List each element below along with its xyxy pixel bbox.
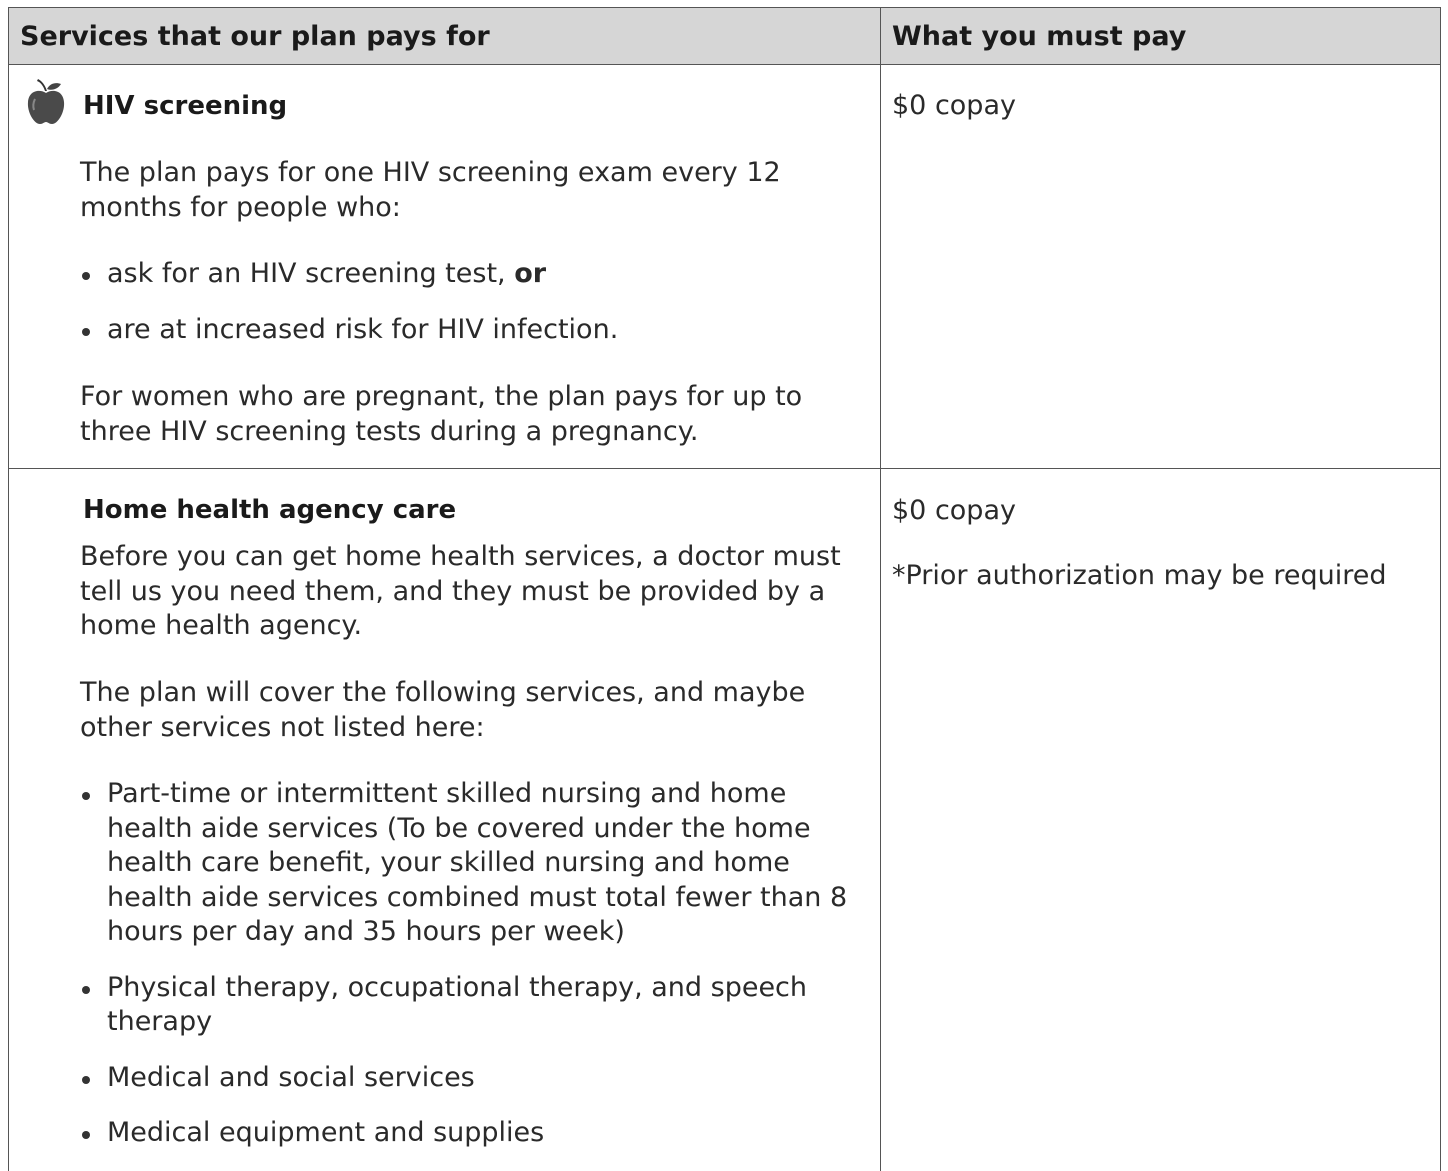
list-item: Medical equipment and supplies <box>80 1116 870 1151</box>
list-item: Physical therapy, occupational therapy, … <box>80 971 870 1040</box>
column-header-services: Services that our plan pays for <box>20 21 490 52</box>
cost-value: $0 copay <box>892 90 1016 121</box>
bullet-icon <box>82 272 90 280</box>
bullet-icon <box>82 985 90 994</box>
bullet-icon <box>82 792 90 800</box>
row-closing: For women who are pregnant, the plan pay… <box>80 381 803 447</box>
list-item: Medical and social services <box>80 1061 870 1096</box>
column-divider <box>880 8 881 1171</box>
bullet-icon <box>82 1131 90 1139</box>
bullet-list: Part-time or intermittent skilled nursin… <box>80 777 870 1151</box>
row-intro-2: The plan will cover the following servic… <box>80 677 806 743</box>
list-item: Part-time or intermittent skilled nursin… <box>80 777 870 950</box>
row-intro: The plan pays for one HIV screening exam… <box>80 157 781 223</box>
benefits-table: Services that our plan pays for What you… <box>8 7 1441 1171</box>
bullet-icon <box>82 1075 90 1084</box>
column-header-cost: What you must pay <box>892 21 1187 52</box>
row-divider <box>9 468 1440 469</box>
list-item: are at increased risk for HIV infection. <box>80 313 870 348</box>
bullet-icon <box>82 327 90 336</box>
row-intro: Before you can get home health services,… <box>80 541 841 641</box>
bullet-list: ask for an HIV screening test, or are at… <box>80 257 870 347</box>
row-title-hiv-screening: HIV screening <box>83 91 288 121</box>
cost-note: *Prior authorization may be required <box>892 560 1387 591</box>
cost-value: $0 copay <box>892 495 1016 526</box>
table-header: Services that our plan pays for What you… <box>9 8 1440 65</box>
row-title-home-health: Home health agency care <box>83 495 457 525</box>
list-item: ask for an HIV screening test, or <box>80 257 870 292</box>
apple-icon <box>27 79 65 124</box>
